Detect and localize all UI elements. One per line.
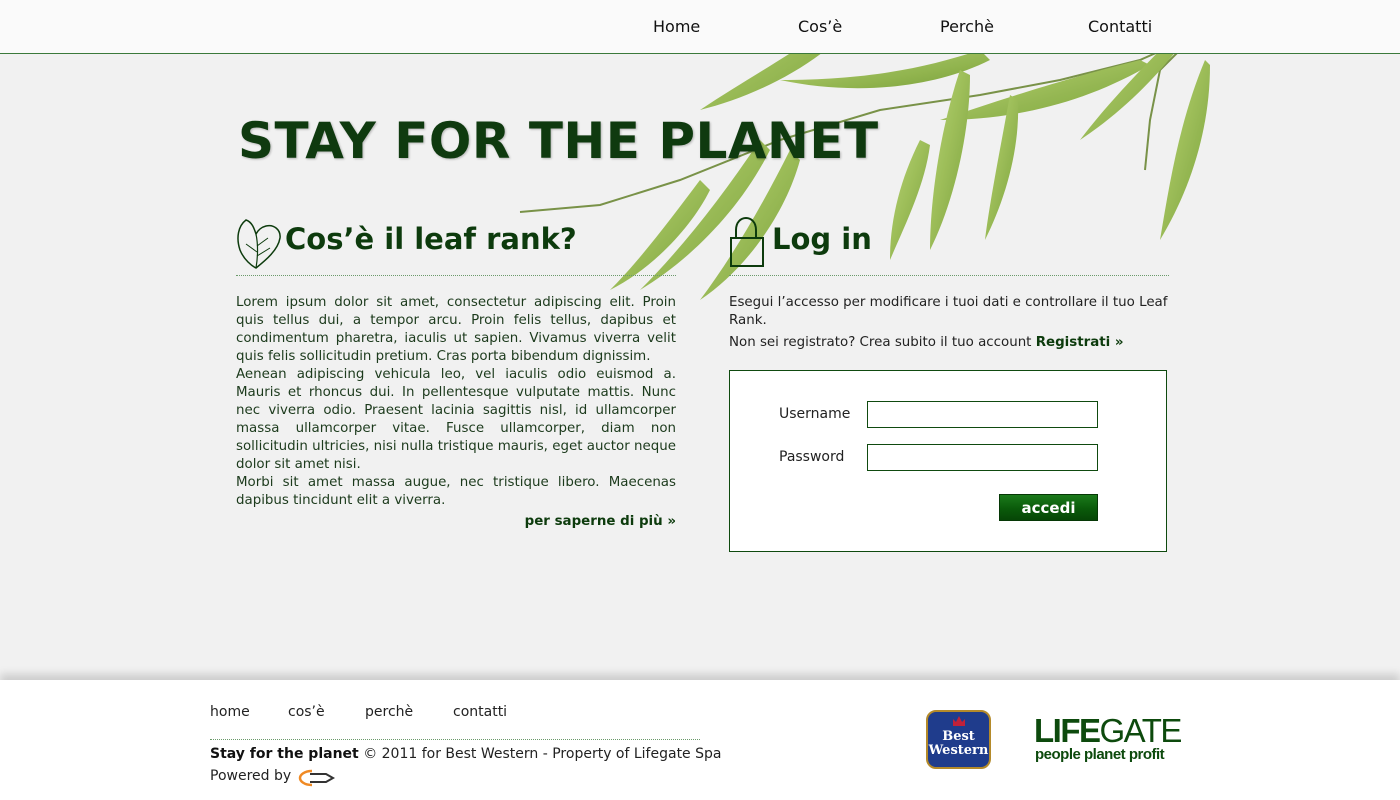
password-input[interactable] bbox=[867, 444, 1098, 471]
copyright: Stay for the planet © 2011 for Best West… bbox=[210, 746, 721, 762]
nav-home-link[interactable]: Home bbox=[653, 17, 700, 36]
username-label: Username bbox=[779, 406, 851, 422]
login-submit-button[interactable]: accedi bbox=[999, 494, 1098, 521]
site-title: STAY FOR THE PLANET bbox=[238, 112, 879, 170]
footer-cose-link[interactable]: cos’è bbox=[288, 704, 325, 720]
lifegate-name-life: LIFE bbox=[1034, 712, 1101, 749]
nav-perche-link[interactable]: Perchè bbox=[940, 17, 994, 36]
leaf-rank-heading: Cos’è il leaf rank? bbox=[285, 222, 577, 256]
best-western-logo: Best Western bbox=[926, 710, 991, 769]
register-prompt-text: Non sei registrato? Crea subito il tuo a… bbox=[729, 335, 1032, 350]
lifegate-tagline: people planet profit bbox=[1035, 746, 1165, 763]
best-western-line-1: Best bbox=[942, 729, 975, 744]
top-navigation-bar: Home Cos’è Perchè Contatti bbox=[0, 0, 1400, 54]
leaf-rank-section: Cos’è il leaf rank? Lorem ipsum dolor si… bbox=[236, 216, 676, 529]
leaf-rank-body: Lorem ipsum dolor sit amet, consectetur … bbox=[236, 294, 676, 510]
crown-icon bbox=[953, 716, 965, 726]
register-link[interactable]: Registrati » bbox=[1036, 335, 1124, 350]
lifegate-name-gate: GATE bbox=[1099, 712, 1183, 749]
leaf-rank-paragraph-2: Aenean adipiscing vehicula leo, vel iacu… bbox=[236, 367, 676, 472]
login-description: Esegui l’accesso per modificare i tuoi d… bbox=[729, 295, 1168, 328]
footer-home-link[interactable]: home bbox=[210, 704, 250, 720]
leaf-rank-paragraph-3: Morbi sit amet massa augue, nec tristiqu… bbox=[236, 475, 676, 508]
copyright-brand: Stay for the planet bbox=[210, 746, 359, 762]
footer-contatti-link[interactable]: contatti bbox=[453, 704, 507, 720]
nav-contatti-link[interactable]: Contatti bbox=[1088, 17, 1152, 36]
read-more-link[interactable]: per saperne di più » bbox=[236, 514, 676, 529]
leaf-rank-paragraph-1: Lorem ipsum dolor sit amet, consectetur … bbox=[236, 295, 676, 364]
login-section: Log in Esegui l’accesso per modificare i… bbox=[729, 216, 1169, 552]
footer-nav: home cos’è perchè contatti bbox=[210, 704, 700, 740]
footer-perche-link[interactable]: perchè bbox=[365, 704, 413, 720]
login-heading: Log in bbox=[772, 222, 872, 256]
login-form: Username Password accedi bbox=[729, 370, 1167, 552]
lifegate-name: LIFEGATE bbox=[1034, 712, 1183, 749]
footer: home cos’è perchè contatti Stay for the … bbox=[0, 680, 1400, 800]
nav-cose-link[interactable]: Cos’è bbox=[798, 17, 842, 36]
best-western-line-2: Western bbox=[928, 743, 989, 758]
login-header: Log in bbox=[729, 216, 1169, 276]
powered-by-logo-icon[interactable] bbox=[298, 768, 336, 792]
leaf-icon bbox=[236, 216, 282, 274]
leaf-rank-header: Cos’è il leaf rank? bbox=[236, 216, 676, 276]
copyright-text: © 2011 for Best Western - Property of Li… bbox=[363, 746, 722, 762]
lifegate-logo: LIFEGATE people planet profit bbox=[1034, 714, 1194, 766]
lock-icon bbox=[729, 216, 765, 274]
password-label: Password bbox=[779, 449, 845, 465]
register-prompt: Non sei registrato? Crea subito il tuo a… bbox=[729, 334, 1169, 352]
username-input[interactable] bbox=[867, 401, 1098, 428]
main-nav: Home Cos’è Perchè Contatti bbox=[600, 17, 1200, 39]
powered-by-text: Powered by bbox=[210, 768, 292, 784]
